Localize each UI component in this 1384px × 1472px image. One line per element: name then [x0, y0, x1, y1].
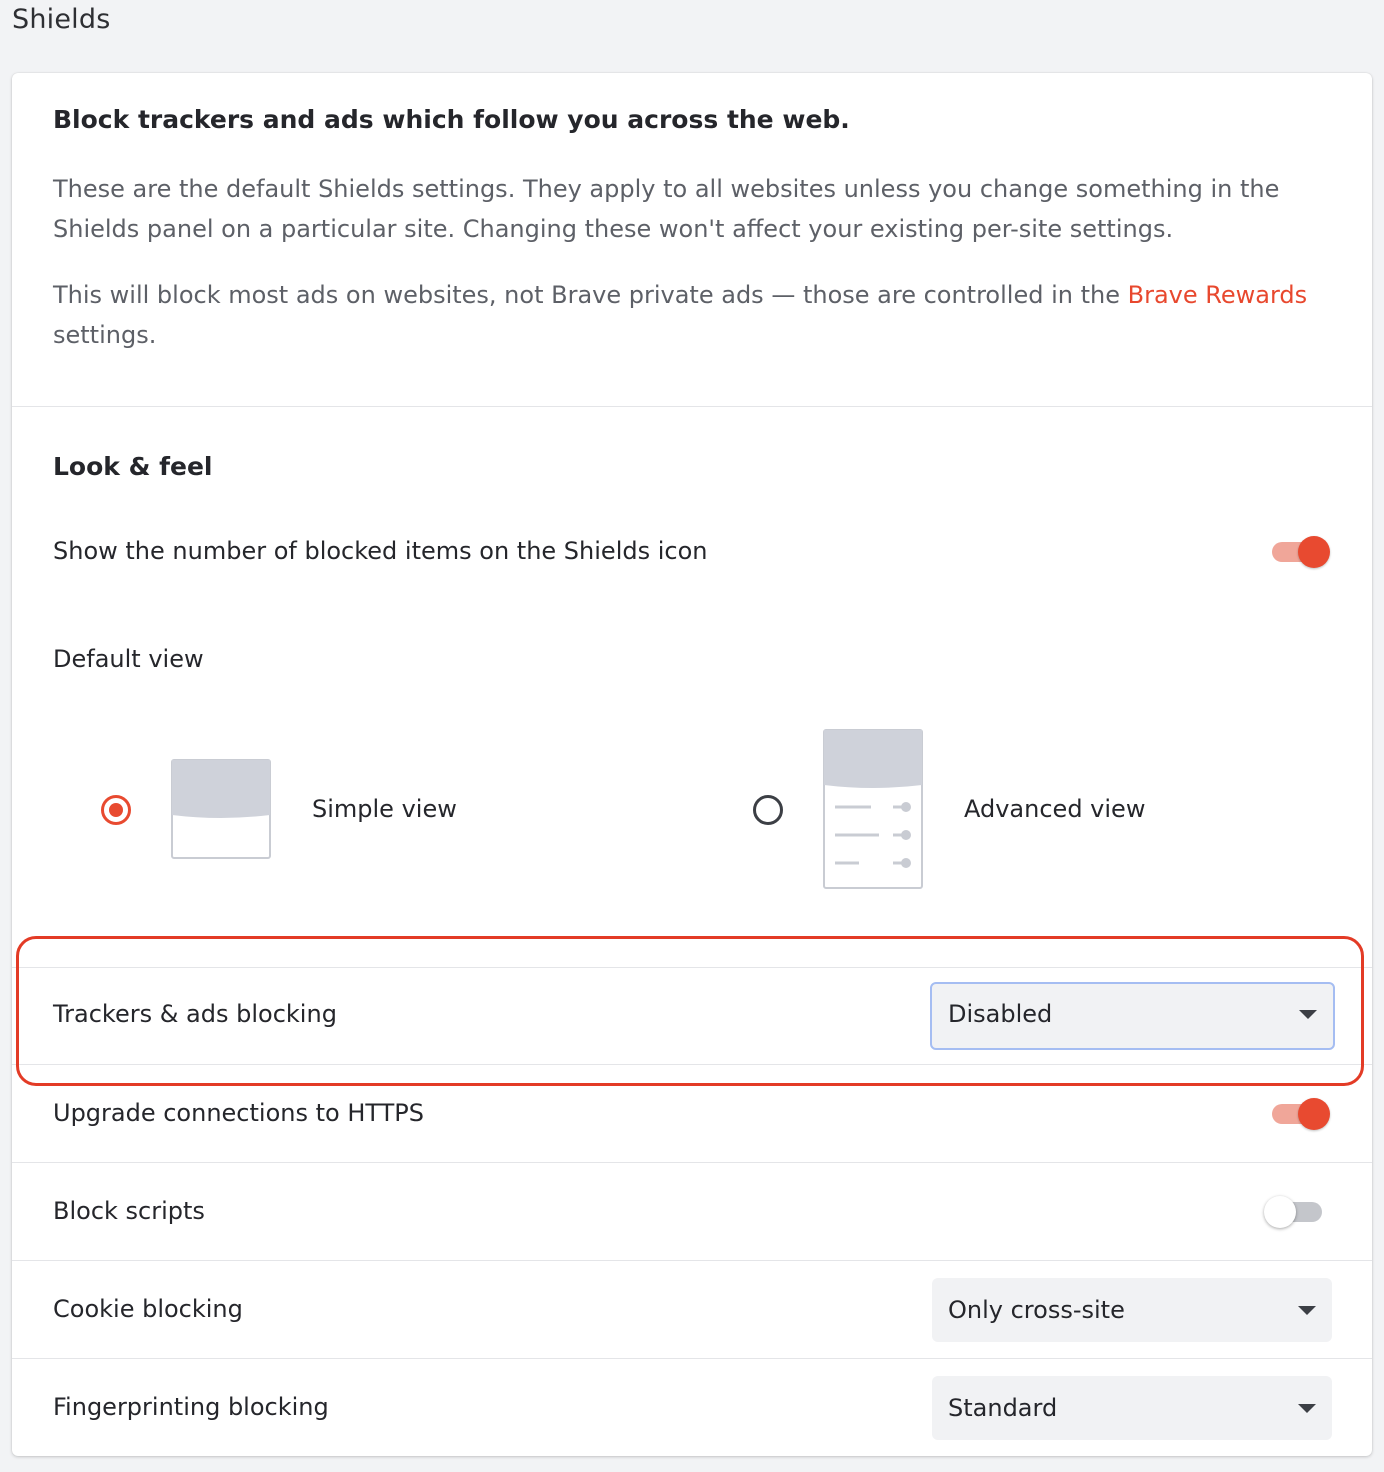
chevron-down-icon — [1298, 1404, 1316, 1413]
radio-dot — [109, 803, 123, 817]
default-view-label: Default view — [53, 645, 204, 673]
advanced-view-radio[interactable] — [753, 795, 783, 825]
https-upgrade-toggle[interactable] — [1268, 1096, 1332, 1132]
show-blocked-count-toggle[interactable] — [1268, 534, 1332, 570]
divider — [12, 1358, 1372, 1359]
block-scripts-toggle[interactable] — [1264, 1194, 1328, 1230]
simple-view-label[interactable]: Simple view — [312, 795, 457, 823]
toggle-knob — [1298, 536, 1330, 568]
intro-rewards-note: This will block most ads on websites, no… — [53, 275, 1333, 355]
simple-view-illustration[interactable] — [171, 759, 273, 861]
trackers-blocking-select[interactable]: Disabled — [930, 982, 1335, 1050]
https-upgrade-label: Upgrade connections to HTTPS — [53, 1099, 424, 1127]
brave-rewards-link[interactable]: Brave Rewards — [1128, 281, 1308, 309]
rewards-note-text: This will block most ads on websites, no… — [53, 281, 1128, 309]
trackers-blocking-value: Disabled — [948, 1000, 1053, 1028]
chevron-down-icon — [1298, 1306, 1316, 1315]
divider — [12, 1064, 1372, 1065]
cookie-blocking-select[interactable]: Only cross-site — [932, 1278, 1332, 1342]
cookie-blocking-label: Cookie blocking — [53, 1295, 243, 1323]
divider — [12, 1162, 1372, 1163]
fingerprinting-blocking-select[interactable]: Standard — [932, 1376, 1332, 1440]
page-heading: Shields — [12, 4, 111, 35]
advanced-view-illustration[interactable] — [823, 729, 925, 891]
intro-title: Block trackers and ads which follow you … — [53, 105, 850, 134]
trackers-blocking-label: Trackers & ads blocking — [53, 1000, 337, 1028]
cookie-blocking-value: Only cross-site — [948, 1296, 1125, 1324]
intro-description: These are the default Shields settings. … — [53, 175, 1280, 243]
show-blocked-count-label: Show the number of blocked items on the … — [53, 537, 708, 565]
advanced-view-label[interactable]: Advanced view — [964, 795, 1145, 823]
toggle-knob — [1264, 1196, 1296, 1228]
chevron-down-icon — [1299, 1010, 1317, 1019]
look-and-feel-title: Look & feel — [53, 452, 213, 481]
divider — [12, 1260, 1372, 1261]
divider — [12, 406, 1372, 407]
fingerprinting-blocking-label: Fingerprinting blocking — [53, 1393, 329, 1421]
block-scripts-label: Block scripts — [53, 1197, 205, 1225]
shields-settings-card: Block trackers and ads which follow you … — [12, 73, 1372, 1456]
simple-view-radio[interactable] — [101, 795, 131, 825]
rewards-note-suffix: settings. — [53, 321, 157, 349]
fingerprinting-blocking-value: Standard — [948, 1394, 1058, 1422]
divider — [12, 967, 1372, 968]
toggle-knob — [1298, 1098, 1330, 1130]
